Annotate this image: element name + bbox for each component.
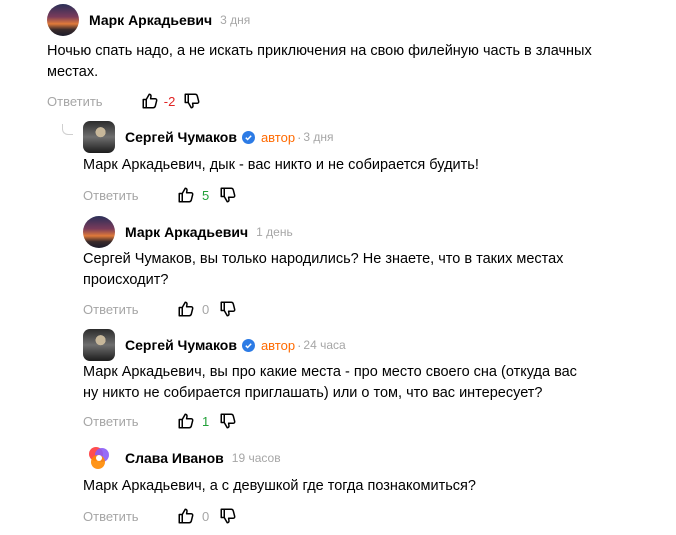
vote-score: 0 bbox=[201, 508, 210, 524]
thumbs-up-icon[interactable] bbox=[177, 507, 195, 525]
comment-time: 3 дня bbox=[220, 13, 251, 27]
thread-connector bbox=[62, 124, 73, 135]
thumbs-down-icon[interactable] bbox=[183, 92, 201, 110]
comment-actions: Ответить -2 bbox=[47, 91, 201, 111]
separator-dot: · bbox=[297, 337, 302, 353]
author-name[interactable]: Марк Аркадьевич bbox=[89, 12, 212, 28]
author-name[interactable]: Сергей Чумаков bbox=[125, 337, 237, 353]
photo-avatar[interactable] bbox=[83, 121, 115, 153]
comment-actions: Ответить 0 bbox=[83, 299, 237, 319]
verified-icon bbox=[241, 130, 255, 144]
thumbs-up-icon[interactable] bbox=[177, 300, 195, 318]
comment-actions: Ответить 1 bbox=[83, 411, 237, 431]
separator-dot: · bbox=[297, 129, 302, 145]
sunset-avatar[interactable] bbox=[47, 4, 79, 36]
comment-header: Слава Иванов 19 часов bbox=[83, 442, 281, 474]
comment-time: 3 дня bbox=[303, 130, 334, 144]
author-role-badge: автор bbox=[260, 337, 296, 353]
comment-text: Марк Аркадьевич, дык - вас никто и не со… bbox=[83, 155, 479, 176]
comment-text-line: Сергей Чумаков, вы только народились? Не… bbox=[83, 251, 564, 267]
colorful-avatar[interactable] bbox=[83, 442, 115, 474]
thumbs-down-icon[interactable] bbox=[219, 300, 237, 318]
thumbs-down-icon[interactable] bbox=[219, 412, 237, 430]
reply-button[interactable]: Ответить bbox=[83, 302, 139, 317]
thumbs-down-icon[interactable] bbox=[219, 507, 237, 525]
reply-button[interactable]: Ответить bbox=[83, 509, 139, 524]
comment-text-line: Марк Аркадьевич, вы про какие места - пр… bbox=[83, 364, 577, 380]
author-name[interactable]: Слава Иванов bbox=[125, 450, 224, 466]
reply-button[interactable]: Ответить bbox=[83, 188, 139, 203]
comment-text-line: местах. bbox=[47, 64, 99, 80]
comment-text-line: Марк Аркадьевич, а с девушкой где тогда … bbox=[83, 478, 476, 494]
comment-text: Сергей Чумаков, вы только народились? Не… bbox=[83, 249, 563, 291]
author-name[interactable]: Марк Аркадьевич bbox=[125, 224, 248, 240]
vote-score: 0 bbox=[201, 301, 210, 317]
comment-text: Марк Аркадьевич, вы про какие места - пр… bbox=[83, 362, 577, 404]
thumbs-up-icon[interactable] bbox=[141, 92, 159, 110]
comment-text-line: ну никто не собирается приглашать) или о… bbox=[83, 385, 543, 401]
thumbs-up-icon[interactable] bbox=[177, 186, 195, 204]
comment-text-line: Марк Аркадьевич, дык - вас никто и не со… bbox=[83, 157, 479, 173]
comment-time: 19 часов bbox=[231, 451, 281, 465]
comment-time: 1 день bbox=[256, 225, 293, 239]
author-name[interactable]: Сергей Чумаков bbox=[125, 129, 237, 145]
comment-header: Марк Аркадьевич 1 день bbox=[83, 216, 293, 248]
comment-header: Сергей Чумаков автор · 24 часа bbox=[83, 329, 346, 361]
comment-text-line: Ночью спать надо, а не искать приключени… bbox=[47, 43, 592, 59]
vote-score: 1 bbox=[201, 413, 210, 429]
vote-score: 5 bbox=[201, 187, 210, 203]
photo-avatar[interactable] bbox=[83, 329, 115, 361]
thumbs-down-icon[interactable] bbox=[219, 186, 237, 204]
comment-time: 24 часа bbox=[303, 338, 346, 352]
comment-text-line: происходит? bbox=[83, 272, 169, 288]
comment-header: Марк Аркадьевич 3 дня bbox=[47, 4, 250, 36]
verified-icon bbox=[241, 338, 255, 352]
comment-actions: Ответить 5 bbox=[83, 185, 237, 205]
comment-text: Марк Аркадьевич, а с девушкой где тогда … bbox=[83, 476, 476, 497]
comment-text: Ночью спать надо, а не искать приключени… bbox=[47, 41, 592, 83]
reply-button[interactable]: Ответить bbox=[47, 94, 103, 109]
reply-button[interactable]: Ответить bbox=[83, 414, 139, 429]
comment-header: Сергей Чумаков автор · 3 дня bbox=[83, 121, 334, 153]
vote-score: -2 bbox=[163, 93, 176, 109]
author-role-badge: автор bbox=[260, 129, 296, 145]
comment-actions: Ответить 0 bbox=[83, 506, 237, 526]
sunset-avatar[interactable] bbox=[83, 216, 115, 248]
thumbs-up-icon[interactable] bbox=[177, 412, 195, 430]
